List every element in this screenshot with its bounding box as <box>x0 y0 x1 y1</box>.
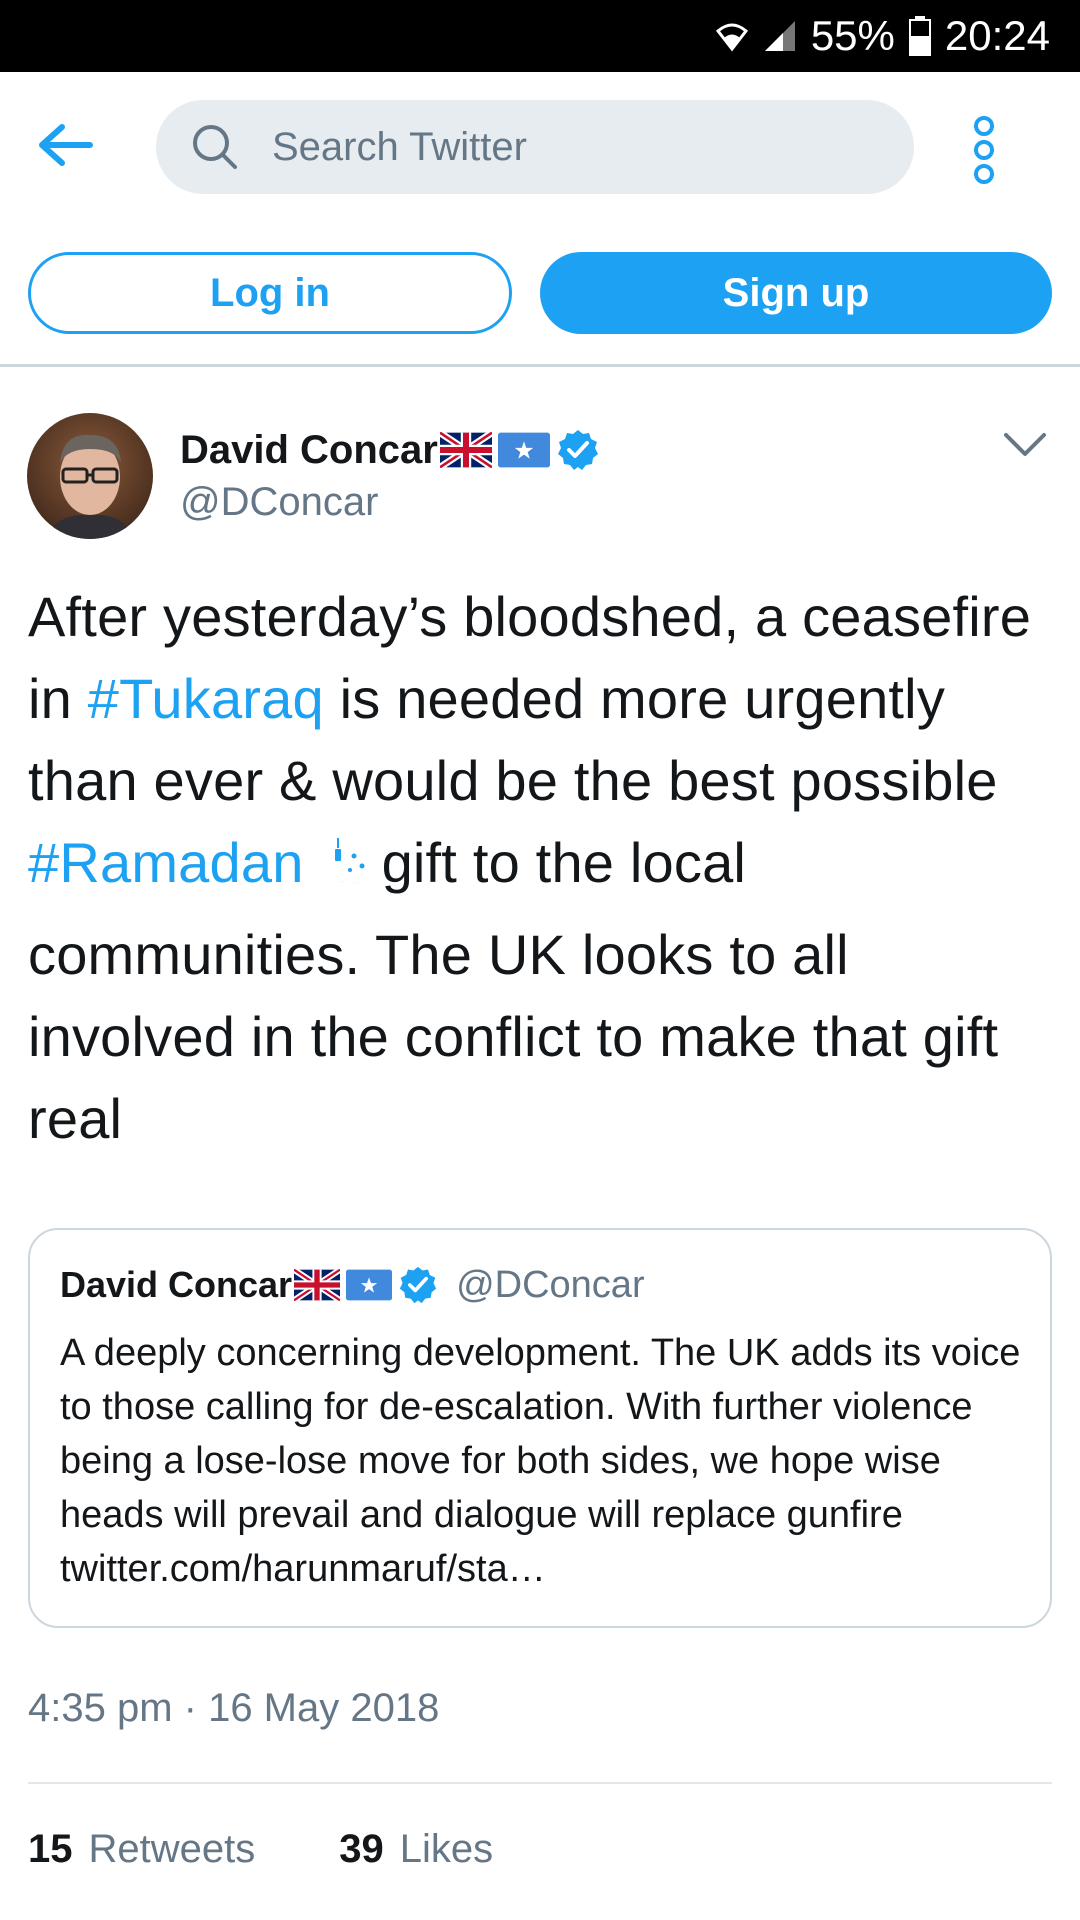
status-bar: 55% 20:24 <box>0 0 1080 72</box>
more-vertical-icon <box>974 116 994 184</box>
top-header <box>0 72 1080 222</box>
search-input[interactable] <box>270 100 870 194</box>
more-options-button[interactable] <box>964 110 1004 190</box>
profile-photo <box>27 413 153 539</box>
quoted-tweet[interactable]: David Concar @DConcar A deeply concernin… <box>28 1228 1052 1628</box>
quoted-tweet-text: A deeply concerning development. The UK … <box>60 1332 1021 1590</box>
somalia-flag-icon <box>346 1269 393 1301</box>
quoted-author-name: David Concar <box>60 1264 293 1305</box>
battery-percentage: 55% <box>810 12 895 59</box>
tweet-stats: 15 Retweets 39 Likes <box>28 1822 493 1876</box>
signal-icon <box>764 21 795 51</box>
back-arrow-icon <box>39 124 93 166</box>
login-button[interactable]: Log in <box>28 252 512 334</box>
verified-badge-icon <box>557 430 598 470</box>
wifi-icon <box>715 23 748 52</box>
avatar[interactable] <box>27 413 153 539</box>
battery-icon <box>908 16 931 56</box>
chevron-down-icon <box>1004 433 1046 456</box>
tweet-author[interactable]: David Concar <box>180 422 600 478</box>
quoted-author-flags <box>294 1265 438 1305</box>
auth-bar: Log in Sign up <box>0 252 1080 334</box>
back-button[interactable] <box>30 114 100 176</box>
tweet-text: After yesterday’s bloodshed, a ceasefire… <box>28 576 1058 1160</box>
uk-flag-icon <box>294 1269 341 1301</box>
retweets-count: 15 <box>28 1826 73 1871</box>
likes-stat[interactable]: 39 Likes <box>339 1827 493 1872</box>
somalia-flag-icon <box>497 432 550 468</box>
hashtag-link[interactable]: #Ramadan <box>28 831 304 894</box>
author-handle[interactable]: @DConcar <box>180 480 378 525</box>
search-box[interactable] <box>156 100 914 194</box>
tweet-timestamp: 4:35 pm · 16 May 2018 <box>28 1686 440 1730</box>
likes-label: Likes <box>399 1826 494 1871</box>
author-flags <box>439 428 600 472</box>
header-divider <box>0 364 1080 367</box>
stats-divider <box>28 1782 1052 1784</box>
retweets-stat[interactable]: 15 Retweets <box>28 1827 255 1872</box>
hashtag-link[interactable]: #Tukaraq <box>88 667 324 730</box>
verified-badge-icon <box>399 1266 437 1304</box>
signup-button[interactable]: Sign up <box>540 252 1052 334</box>
quoted-tweet-header: David Concar @DConcar <box>60 1260 645 1310</box>
search-icon <box>193 125 237 169</box>
author-name[interactable]: David Concar <box>180 428 438 473</box>
tweet-options-button[interactable] <box>1000 425 1050 465</box>
uk-flag-icon <box>439 432 492 468</box>
quoted-author-handle: @DConcar <box>456 1263 645 1306</box>
retweets-label: Retweets <box>88 1826 256 1871</box>
ramadan-moon-icon <box>310 832 374 914</box>
clock: 20:24 <box>944 12 1050 59</box>
likes-count: 39 <box>339 1826 384 1871</box>
